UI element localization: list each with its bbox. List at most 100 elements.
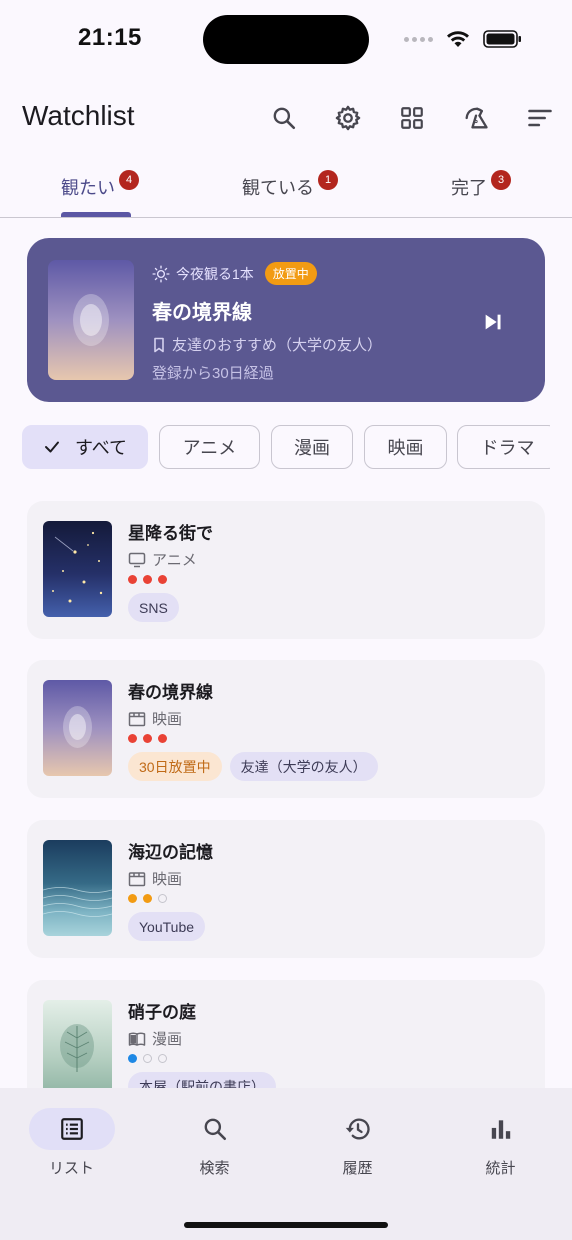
settings-button[interactable] xyxy=(326,96,370,140)
chip-label: すべて xyxy=(74,438,128,458)
skip-next-icon xyxy=(485,314,501,330)
sun-icon xyxy=(152,264,170,283)
item-tags: YouTube xyxy=(128,912,206,941)
chip-label: 漫画 xyxy=(294,438,330,458)
item-type-label: 映画 xyxy=(152,871,183,888)
chip-label: ドラマ xyxy=(480,438,535,458)
tab-label: 観たい xyxy=(61,178,115,198)
item-thumbnail xyxy=(43,521,112,617)
item-thumbnail xyxy=(43,840,112,936)
list-item[interactable]: 星降る街で アニメ SNS xyxy=(27,501,545,639)
item-title: 春の境界線 xyxy=(128,683,213,702)
tab-count-badge: 3 xyxy=(491,170,511,190)
tab-bar: 観たい 4 観ている 1 完了 3 xyxy=(0,162,572,218)
hero-recommendation-text: 友達のおすすめ（大学の友人） xyxy=(172,337,383,354)
sort-icon xyxy=(528,109,552,127)
nav-label: 検索 xyxy=(199,1160,230,1177)
item-title: 海辺の記憶 xyxy=(128,843,213,862)
skip-next-button[interactable] xyxy=(475,304,511,340)
wifi-icon xyxy=(447,31,469,47)
source-tag: YouTube xyxy=(128,912,206,941)
status-bar: 21:15 xyxy=(0,0,572,80)
nav-label: リスト xyxy=(48,1160,94,1177)
hero-meta-label: 今夜観る1本 xyxy=(176,265,254,282)
app-title: Watchlist xyxy=(22,100,135,131)
cellular-signal-icon xyxy=(404,36,433,42)
item-title: 硝子の庭 xyxy=(128,1003,196,1022)
tab-label: 完了 xyxy=(451,178,487,198)
item-type-label: 映画 xyxy=(152,711,183,728)
chip-label: アニメ xyxy=(182,438,237,458)
check-icon xyxy=(45,441,59,453)
item-type: 映画 xyxy=(128,708,182,729)
hero-meta: 今夜観る1本 放置中 xyxy=(152,262,317,285)
chip-manga[interactable]: 漫画 xyxy=(271,425,353,469)
chip-movie[interactable]: 映画 xyxy=(364,425,447,469)
priority-dots xyxy=(128,894,167,903)
bar-chart-icon xyxy=(491,1120,510,1139)
item-type: 漫画 xyxy=(128,1028,182,1049)
home-indicator xyxy=(184,1222,388,1228)
hero-title: 春の境界線 xyxy=(152,302,252,324)
bookmark-icon xyxy=(154,337,164,352)
source-tag: SNS xyxy=(128,593,179,622)
item-tags: SNS xyxy=(128,593,179,622)
item-type: 映画 xyxy=(128,868,182,889)
bottom-navigation: リスト 検索 履歴 統計 xyxy=(0,1088,572,1240)
sort-button[interactable] xyxy=(518,96,562,140)
tab-want-to-watch[interactable]: 観たい 4 xyxy=(61,170,139,200)
chip-anime[interactable]: アニメ xyxy=(159,425,260,469)
tv-icon xyxy=(128,552,146,567)
status-indicators xyxy=(404,26,523,52)
search-icon xyxy=(273,107,296,130)
nav-label: 統計 xyxy=(485,1160,516,1177)
chip-drama[interactable]: ドラマ xyxy=(457,425,550,469)
clapperboard-icon xyxy=(128,711,146,726)
hero-thumbnail xyxy=(48,260,134,380)
clapperboard-icon xyxy=(128,871,146,886)
hero-elapsed: 登録から30日経過 xyxy=(152,365,274,382)
chip-all[interactable]: すべて xyxy=(22,425,148,469)
tab-count-badge: 4 xyxy=(119,170,139,190)
nav-stats[interactable]: 統計 xyxy=(429,1108,572,1178)
nav-history[interactable]: 履歴 xyxy=(286,1108,429,1178)
app-bar-actions xyxy=(262,96,562,140)
battery-icon xyxy=(483,30,521,48)
priority-dots xyxy=(128,734,167,743)
priority-dots xyxy=(128,1054,167,1063)
source-tag: 友達（大学の友人） xyxy=(229,752,378,781)
dynamic-island xyxy=(203,15,369,64)
chip-label: 映画 xyxy=(387,438,424,458)
priority-dots xyxy=(128,575,167,584)
search-icon xyxy=(204,1118,226,1141)
item-thumbnail xyxy=(43,1000,112,1096)
status-time: 21:15 xyxy=(78,24,142,51)
tab-completed[interactable]: 完了 3 xyxy=(451,170,511,200)
tab-watching[interactable]: 観ている 1 xyxy=(242,170,338,200)
filter-chips: すべて アニメ 漫画 映画 ドラマ xyxy=(22,425,550,469)
nav-list[interactable]: リスト xyxy=(0,1108,143,1178)
active-tab-indicator xyxy=(61,212,131,217)
grid-icon xyxy=(401,107,423,129)
search-button[interactable] xyxy=(262,96,306,140)
gear-icon xyxy=(335,105,361,131)
tonight-pick-card[interactable]: 今夜観る1本 放置中 春の境界線 友達のおすすめ（大学の友人） 登録から30日経… xyxy=(27,238,545,402)
tab-count-badge: 1 xyxy=(318,170,338,190)
hero-recommendation: 友達のおすすめ（大学の友人） xyxy=(152,334,382,355)
grid-view-button[interactable] xyxy=(390,96,434,140)
list-item[interactable]: 海辺の記憶 映画 YouTube xyxy=(27,820,545,958)
item-title: 星降る街で xyxy=(128,524,213,543)
item-type-label: 漫画 xyxy=(152,1031,183,1048)
item-type-label: アニメ xyxy=(152,552,197,569)
shuffle-icon xyxy=(465,107,488,129)
item-type: アニメ xyxy=(128,549,197,570)
list-item[interactable]: 春の境界線 映画 30日放置中 友達（大学の友人） xyxy=(27,660,545,798)
nav-label: 履歴 xyxy=(342,1160,373,1177)
book-icon xyxy=(128,1032,146,1046)
neglected-tag: 30日放置中 xyxy=(128,752,222,781)
neglected-badge: 放置中 xyxy=(264,262,317,285)
shuffle-button[interactable] xyxy=(454,96,498,140)
tab-label: 観ている xyxy=(242,178,314,198)
item-tags: 30日放置中 友達（大学の友人） xyxy=(128,752,378,781)
nav-search[interactable]: 検索 xyxy=(143,1108,286,1178)
